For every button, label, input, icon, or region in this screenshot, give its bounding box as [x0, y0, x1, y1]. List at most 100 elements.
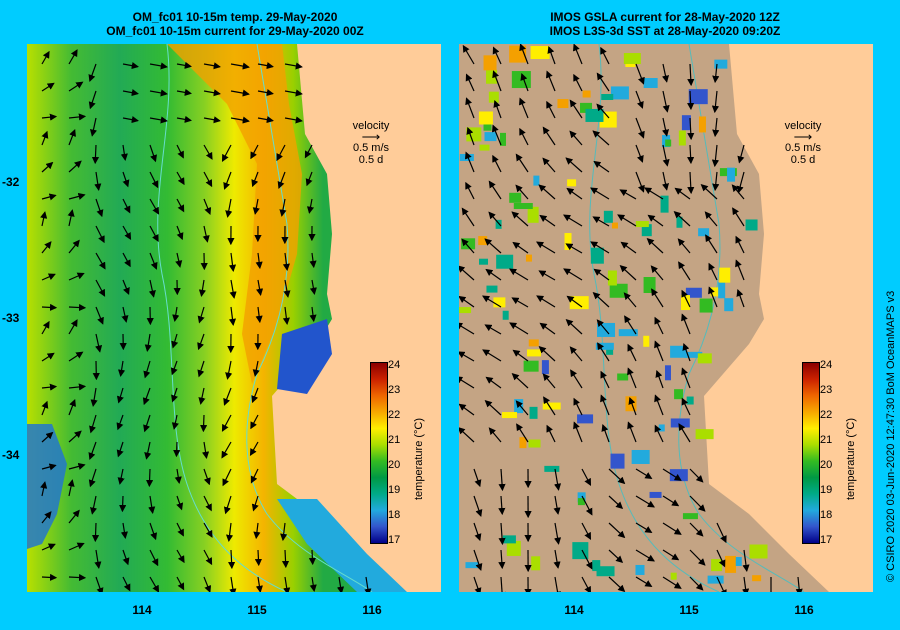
current-arrow [308, 549, 316, 566]
sst-patch [643, 335, 650, 347]
sst-patch [658, 424, 665, 432]
sst-patch [625, 396, 637, 412]
x-tick-right-114: 114 [564, 603, 584, 617]
sst-patch [529, 406, 538, 419]
sst-patch [596, 566, 615, 577]
sst-patch [484, 132, 497, 142]
sst-patch [533, 175, 540, 186]
sst-patch [483, 55, 497, 71]
y-tick-32: -32 [2, 175, 20, 189]
sst-patch [718, 282, 726, 299]
colorbar-tick: 23 [388, 384, 401, 396]
sst-patch [531, 556, 541, 571]
right-title-line1: IMOS GSLA current for 28-May-2020 12Z [550, 10, 780, 24]
sst-patch [567, 179, 577, 187]
sst-patch [577, 414, 594, 424]
sst-patch [711, 559, 723, 572]
current-arrow [254, 549, 263, 567]
sst-patch [569, 296, 589, 310]
current-arrow [281, 549, 290, 569]
sst-patch [514, 399, 524, 414]
sst-patch [528, 339, 539, 347]
right-velocity-arrow: ⟶ [793, 129, 813, 144]
sst-patch [727, 167, 736, 182]
sst-patch [682, 513, 698, 520]
right-colorbar-title: temperature (°C) [845, 417, 857, 500]
sst-patch [686, 396, 694, 405]
right-panel-title: IMOS GSLA current for 28-May-2020 12Z IM… [455, 10, 875, 38]
sst-patch [496, 254, 514, 269]
current-arrow [68, 303, 87, 312]
colorbar-tick: 20 [388, 459, 401, 471]
sst-patch [544, 465, 560, 472]
sst-patch [542, 402, 561, 410]
colorbar-tick: 17 [820, 534, 833, 546]
right-velocity-scale: 0.5 m/s [784, 142, 822, 154]
left-velocity-scale: 0.5 m/s [352, 142, 390, 154]
colorbar-tick: 19 [388, 484, 401, 496]
sst-patch [752, 575, 762, 582]
sst-patch [649, 491, 662, 498]
sst-patch [697, 353, 712, 364]
right-velocity-legend: velocity ⟶ 0.5 m/s 0.5 d [768, 120, 838, 166]
sst-patch [478, 111, 493, 125]
x-tick-left-116: 116 [362, 603, 382, 617]
sst-patch [707, 575, 724, 584]
colorbar-tick: 24 [820, 359, 833, 371]
sst-patch [688, 89, 708, 105]
sst-patch [479, 258, 489, 265]
colorbar-tick: 19 [820, 484, 833, 496]
sst-patch [635, 221, 649, 228]
sst-patch [643, 77, 658, 88]
colorbar-tick: 20 [820, 459, 833, 471]
sst-patch [631, 449, 650, 464]
left-panel-title: OM_fc01 10-15m temp. 29-May-2020 OM_fc01… [25, 10, 445, 38]
left-colorbar-title: temperature (°C) [413, 417, 425, 500]
current-arrow [173, 441, 181, 458]
sst-patch [610, 86, 629, 100]
sst-patch [745, 219, 758, 231]
sst-patch [643, 277, 656, 294]
sst-patch [541, 360, 549, 375]
sst-patch [564, 233, 572, 251]
x-tick-left-114: 114 [132, 603, 152, 617]
sst-patch [609, 283, 628, 298]
sst-patch [479, 144, 490, 151]
sst-patch [511, 71, 531, 89]
current-arrow [145, 468, 154, 488]
sst-patch [607, 270, 617, 286]
x-tick-right-115: 115 [679, 603, 699, 617]
sst-patch [523, 360, 539, 372]
sst-patch [749, 544, 768, 559]
current-arrow [119, 495, 127, 513]
sst-patch [582, 90, 591, 98]
sst-patch [513, 203, 533, 210]
left-velocity-arrow: ⟶ [361, 129, 381, 144]
colorbar-tick: 21 [820, 434, 833, 446]
sst-patch [509, 192, 522, 203]
right-velocity-time: 0.5 d [790, 154, 816, 166]
sst-patch [557, 99, 569, 109]
sst-patch [527, 206, 539, 223]
sst-patch [486, 285, 498, 293]
sst-patch [502, 310, 509, 320]
current-arrow [91, 144, 100, 165]
sst-patch [670, 572, 677, 580]
current-arrow [200, 414, 208, 433]
sst-patch [725, 555, 737, 573]
sst-patch [635, 564, 645, 575]
colorbar-tick: 17 [388, 534, 401, 546]
sst-patch [698, 228, 710, 237]
sst-patch [478, 236, 488, 246]
sst-patch [610, 453, 625, 469]
sst-patch [678, 130, 686, 146]
sst-patch [525, 254, 532, 262]
right-title-line2: IMOS L3S-3d SST at 28-May-2020 09:20Z [549, 24, 781, 38]
sst-patch [601, 94, 614, 101]
sst-patch [502, 412, 518, 419]
current-arrow [68, 573, 87, 582]
sst-patch [674, 389, 684, 400]
sst-patch [695, 429, 714, 440]
colorbar-tick: 21 [388, 434, 401, 446]
left-velocity-time: 0.5 d [358, 154, 384, 166]
